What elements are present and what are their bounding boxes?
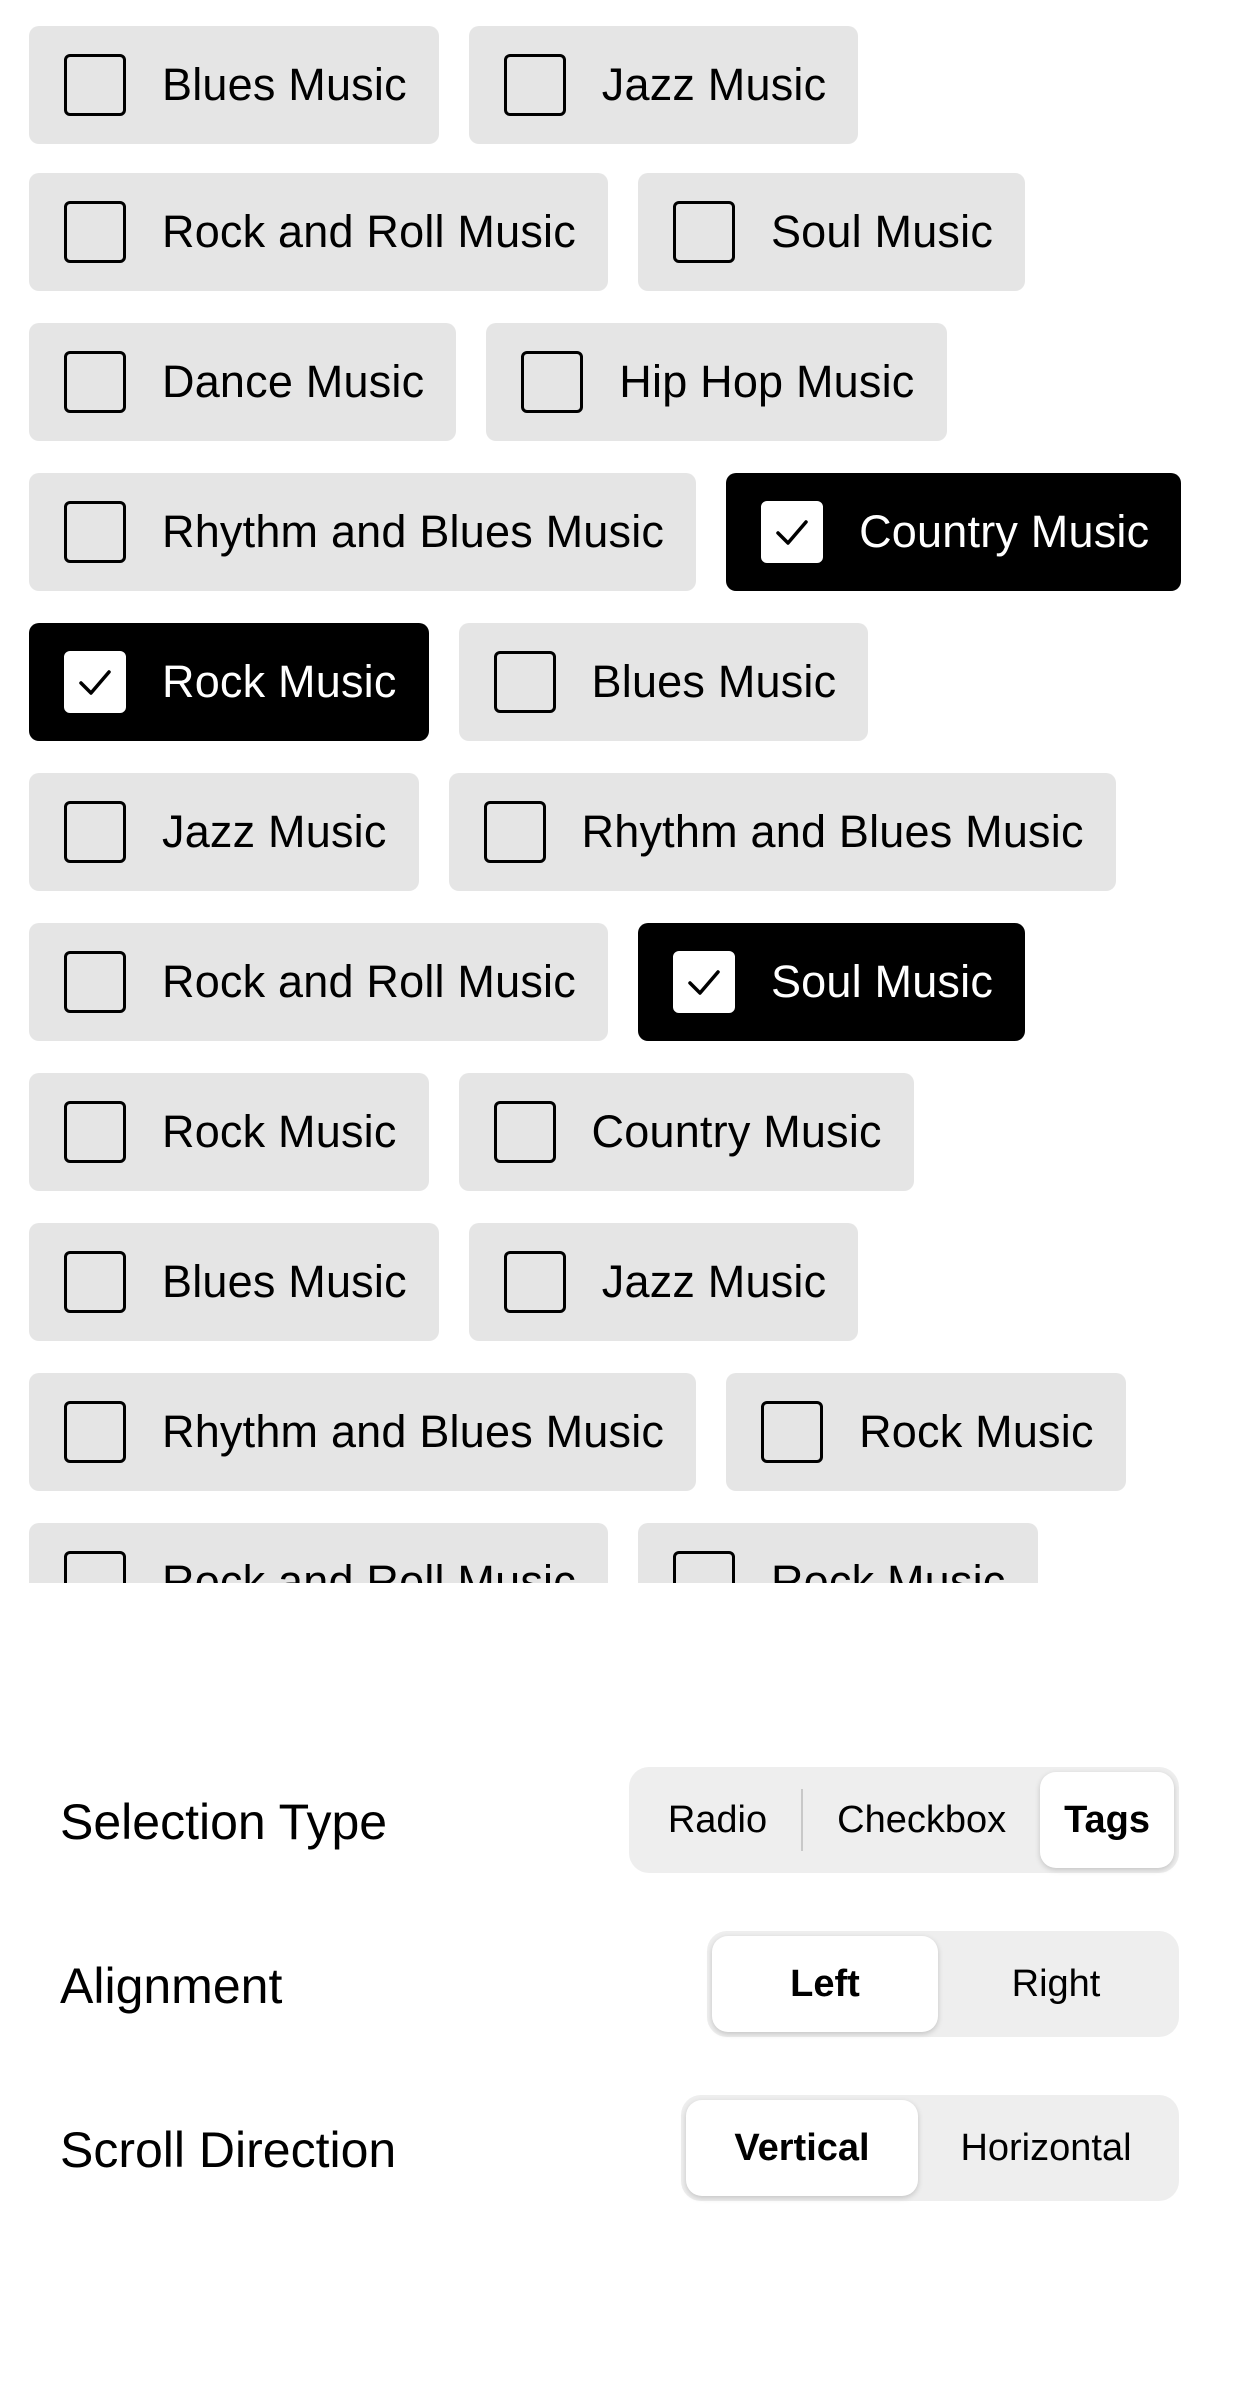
checkbox-icon (64, 951, 126, 1013)
tag-item[interactable]: Rhythm and Blues Music (29, 1373, 697, 1491)
tag-row: Blues Music Jazz Music (29, 26, 859, 144)
checkbox-icon (503, 54, 566, 116)
tag-item[interactable]: Rhythm and Blues Music (29, 473, 697, 591)
checkbox-icon (672, 1551, 735, 1583)
tag-label: Dance Music (162, 356, 425, 407)
checkmark-icon (776, 520, 808, 545)
tag-label: Jazz Music (162, 806, 387, 857)
checkbox-icon (493, 651, 556, 713)
checkbox-icon (64, 501, 126, 563)
scroll-direction-vertical-option[interactable]: Vertical (686, 2100, 918, 2196)
tag-item[interactable]: Country Music (458, 1073, 914, 1191)
tag-item[interactable]: Blues Music (29, 26, 439, 144)
tag-item[interactable]: Rock and Roll Music (29, 923, 608, 1041)
tag-label: Rock Music (859, 1406, 1094, 1457)
tag-label: Blues Music (162, 1256, 407, 1307)
alignment-control: Left Right (707, 1931, 1179, 2037)
tag-item[interactable]: Rock Music (726, 1373, 1126, 1491)
checkbox-icon (64, 1401, 126, 1463)
tag-row: Rock and Roll Music Soul Music (29, 923, 1026, 1041)
checkbox-icon (761, 501, 824, 563)
selection-type-checkbox-option[interactable]: Checkbox (803, 1772, 1040, 1868)
tag-row: Rock Music Blues Music (29, 623, 869, 741)
selection-type-control: Radio Checkbox Tags (628, 1767, 1179, 1873)
checkbox-icon (521, 351, 584, 413)
tag-label: Rock Music (162, 1106, 397, 1157)
checkbox-icon (64, 1551, 126, 1583)
tag-label: Soul Music (770, 206, 994, 257)
checkbox-icon (64, 801, 126, 863)
tag-label: Jazz Music (601, 59, 827, 110)
scroll-direction-horizontal-option[interactable]: Horizontal (918, 2100, 1174, 2196)
tag-item[interactable]: Country Music (726, 473, 1182, 591)
tag-row: Blues Music Jazz Music (29, 1223, 859, 1341)
tag-label: Rock and Roll Music (162, 956, 576, 1007)
selection-type-tags-option[interactable]: Tags (1040, 1772, 1174, 1868)
tag-list[interactable]: Blues Music Jazz Music Rock and Roll Mus… (0, 0, 1239, 1583)
tag-label: Rock Music (162, 656, 397, 707)
alignment-right-option[interactable]: Right (938, 1936, 1174, 2032)
tag-item[interactable]: Rock and Roll Music (29, 1523, 608, 1583)
checkbox-icon (483, 801, 546, 863)
tag-row: Rhythm and Blues Music Rock Music (29, 1373, 1126, 1491)
tag-item[interactable]: Rock Music (637, 1523, 1038, 1583)
tag-item[interactable]: Jazz Music (468, 1223, 859, 1341)
tag-item[interactable]: Blues Music (29, 1223, 439, 1341)
tag-row: Rhythm and Blues Music Country Music (29, 473, 1182, 591)
tag-row: Dance Music Hip Hop Music (29, 323, 947, 441)
checkbox-icon (503, 1251, 566, 1313)
checkbox-icon (64, 1251, 126, 1313)
tag-row: Jazz Music Rhythm and Blues Music (29, 773, 1116, 891)
tag-row: Rock Music Country Music (29, 1073, 914, 1191)
tag-item[interactable]: Hip Hop Music (486, 323, 947, 441)
checkmark-icon (688, 970, 720, 995)
tag-item[interactable]: Blues Music (458, 623, 869, 741)
selection-type-radio-option[interactable]: Radio (634, 1772, 801, 1868)
tag-item[interactable]: Rock Music (29, 1073, 429, 1191)
tag-row: Rock and Roll Music Soul Music (29, 173, 1026, 291)
tag-label: Country Music (859, 506, 1150, 557)
checkbox-icon (761, 1401, 824, 1463)
checkbox-icon (672, 951, 735, 1013)
checkbox-icon (64, 1101, 126, 1163)
tag-label: Country Music (591, 1106, 882, 1157)
checkbox-icon (672, 201, 735, 263)
tag-label: Soul Music (770, 956, 994, 1007)
scroll-direction-label: Scroll Direction (60, 2122, 397, 2178)
checkbox-icon (64, 351, 126, 413)
checkbox-icon (64, 651, 126, 713)
checkmark-icon (79, 670, 111, 695)
tag-label: Rhythm and Blues Music (581, 806, 1084, 857)
scroll-direction-row: Scroll Direction Vertical Horizontal (0, 2095, 1239, 2205)
tag-item[interactable]: Jazz Music (29, 773, 419, 891)
tag-label: Jazz Music (601, 1256, 827, 1307)
tag-row: Rock and Roll Music Rock Music (29, 1523, 1038, 1583)
tag-item[interactable]: Rock Music (29, 623, 429, 741)
tag-item[interactable]: Soul Music (637, 173, 1026, 291)
tag-label: Rhythm and Blues Music (162, 506, 665, 557)
selection-type-row: Selection Type Radio Checkbox Tags (0, 1767, 1239, 1877)
alignment-label: Alignment (60, 1958, 283, 2014)
alignment-row: Alignment Left Right (0, 1931, 1239, 2041)
checkbox-icon (64, 54, 126, 116)
tag-label: Blues Music (591, 656, 837, 707)
checkbox-icon (64, 201, 126, 263)
scroll-direction-control: Vertical Horizontal (681, 2095, 1179, 2201)
tag-label: Rock and Roll Music (162, 1556, 576, 1583)
tag-item[interactable]: Rock and Roll Music (29, 173, 608, 291)
tag-label: Rock and Roll Music (162, 206, 576, 257)
tag-item[interactable]: Jazz Music (468, 26, 859, 144)
tag-label: Blues Music (162, 59, 407, 110)
tag-label: Rhythm and Blues Music (162, 1406, 665, 1457)
tag-label: Hip Hop Music (619, 356, 915, 407)
tag-label: Rock Music (770, 1556, 1006, 1583)
tag-item[interactable]: Rhythm and Blues Music (448, 773, 1116, 891)
tag-item[interactable]: Soul Music (637, 923, 1026, 1041)
selection-type-label: Selection Type (60, 1794, 388, 1850)
alignment-left-option[interactable]: Left (712, 1936, 938, 2032)
checkbox-icon (493, 1101, 556, 1163)
tag-item[interactable]: Dance Music (29, 323, 457, 441)
